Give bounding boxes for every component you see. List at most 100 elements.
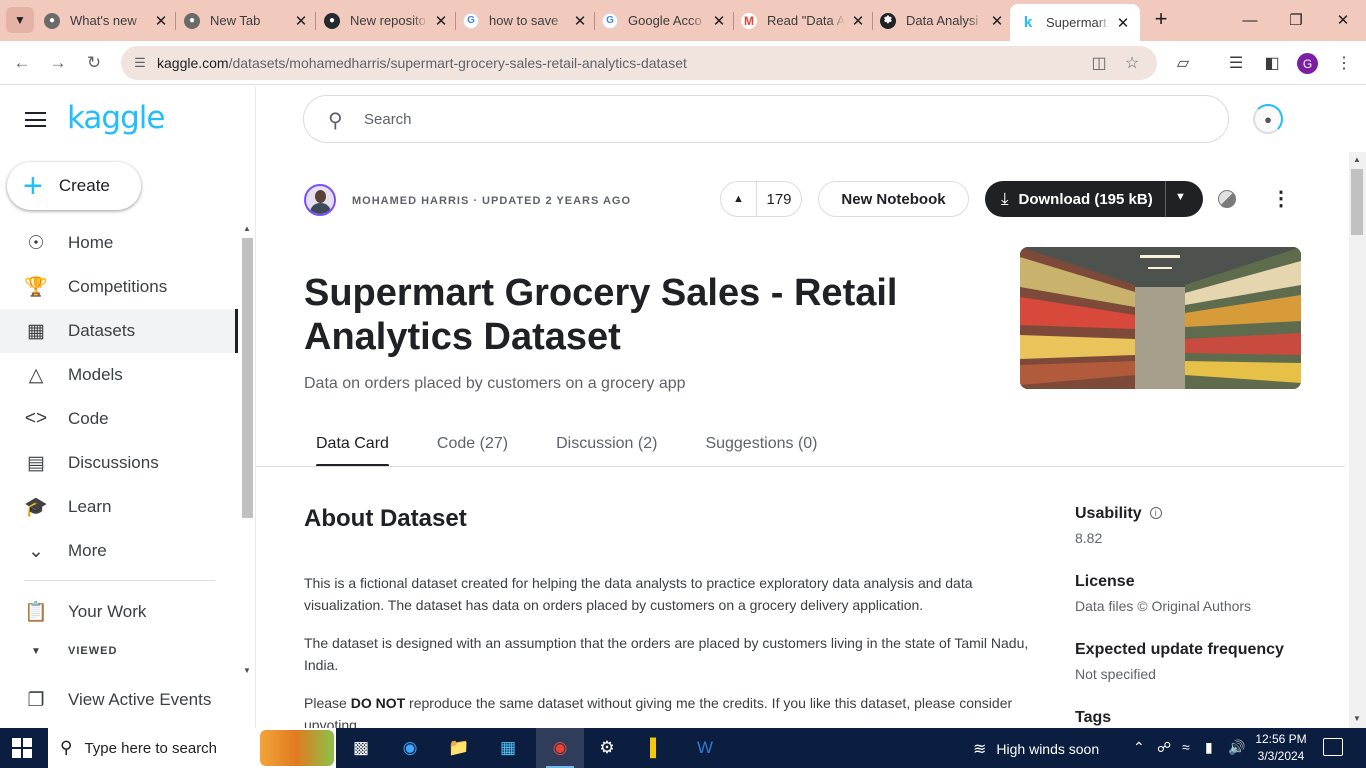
close-tab-icon[interactable]: ✕: [432, 12, 450, 30]
word-icon[interactable]: W: [691, 734, 719, 762]
power-bi-icon[interactable]: ▌: [642, 734, 670, 762]
viewed-label: VIEWED: [68, 645, 118, 657]
upvote-arrow-icon[interactable]: ▲: [721, 182, 757, 216]
table-icon: ▦: [27, 320, 45, 342]
scroll-up-icon[interactable]: ▲: [1353, 155, 1361, 164]
tab-search-chevron-icon[interactable]: ▼: [6, 7, 34, 33]
dataset-page: ⚲ Search ● MOHAMED HARRIS · UPDATED 2 YE…: [257, 86, 1366, 728]
sidebar-divider: [24, 580, 215, 581]
new-tab-button[interactable]: +: [1150, 8, 1172, 31]
extensions-icon[interactable]: ▱: [1172, 52, 1194, 74]
sidebar-item-competitions[interactable]: 🏆 Competitions: [0, 265, 238, 309]
edge-icon[interactable]: ◉: [396, 734, 424, 762]
sidebar-item-code[interactable]: <> Code: [0, 397, 238, 441]
close-tab-icon[interactable]: ✕: [571, 12, 589, 30]
close-tab-icon[interactable]: ✕: [988, 12, 1006, 30]
site-info-icon[interactable]: ☰: [131, 54, 149, 72]
new-notebook-button[interactable]: New Notebook: [818, 181, 969, 217]
clipboard-icon: 📋: [24, 602, 48, 623]
network-off-icon[interactable]: ☍: [1157, 739, 1171, 756]
profile-avatar[interactable]: G: [1297, 53, 1318, 74]
info-icon[interactable]: i: [1149, 507, 1162, 519]
download-dropdown-icon[interactable]: ▼: [1175, 191, 1186, 203]
browser-tab[interactable]: ✽ Data Analysi ✕: [880, 6, 1006, 35]
tray-chevron-icon[interactable]: ⌃: [1133, 739, 1145, 756]
kaggle-sidebar: kaggle + Create ☉ Home 🏆 Competitions ▦ …: [0, 86, 256, 728]
battery-icon[interactable]: ▮: [1205, 739, 1213, 756]
close-window-icon[interactable]: ✕: [1320, 6, 1366, 34]
browser-tab[interactable]: M Read "Data A ✕: [741, 6, 867, 35]
notification-icon[interactable]: [1323, 738, 1343, 756]
user-avatar[interactable]: ●: [1253, 104, 1283, 134]
browser-tab[interactable]: ● New Tab ✕: [184, 6, 310, 35]
search-input[interactable]: ⚲ Search: [303, 95, 1229, 143]
taskbar-clock[interactable]: 12:56 PM 3/3/2024: [1254, 731, 1308, 765]
weather-widget[interactable]: ≋ High winds soon: [973, 739, 1099, 759]
hamburger-menu-icon[interactable]: [25, 112, 46, 127]
wifi-icon[interactable]: ≈: [1182, 739, 1190, 755]
task-view-icon[interactable]: ▩: [347, 734, 375, 762]
scroll-up-icon[interactable]: ▲: [243, 224, 251, 233]
viewed-section-toggle[interactable]: ▼ VIEWED: [24, 645, 117, 657]
browser-toolbar: ← → ↻ ☰ kaggle.com/datasets/mohamedharri…: [0, 41, 1366, 85]
close-tab-icon[interactable]: ✕: [292, 12, 310, 30]
sidebar-item-your-work[interactable]: 📋 Your Work: [0, 590, 238, 634]
settings-icon[interactable]: ⚙: [593, 734, 621, 762]
file-explorer-icon[interactable]: 📁: [445, 734, 473, 762]
theme-toggle-icon[interactable]: [1218, 190, 1236, 208]
bookmark-star-icon[interactable]: ☆: [1122, 54, 1142, 72]
media-control-icon[interactable]: ☰: [1225, 52, 1247, 74]
sidebar-item-learn[interactable]: 🎓 Learn: [0, 485, 238, 529]
browser-tab[interactable]: G how to save ✕: [463, 6, 589, 35]
page-scrollbar-thumb[interactable]: [1351, 169, 1363, 235]
more-options-icon[interactable]: ⋮: [1271, 188, 1291, 210]
author-meta[interactable]: MOHAMED HARRIS · UPDATED 2 YEARS AGO: [352, 195, 631, 207]
create-button[interactable]: + Create: [7, 162, 141, 210]
close-tab-icon[interactable]: ✕: [1114, 14, 1132, 32]
side-panel-icon[interactable]: ◧: [1261, 52, 1283, 74]
windows-start-icon[interactable]: [12, 738, 32, 758]
install-app-icon[interactable]: ◫: [1089, 54, 1109, 72]
tab-data-card[interactable]: Data Card: [304, 433, 401, 467]
page-scrollbar[interactable]: ▲ ▼: [1349, 152, 1366, 728]
close-tab-icon[interactable]: ✕: [152, 12, 170, 30]
github-icon: ●: [324, 12, 340, 29]
kaggle-logo[interactable]: kaggle: [67, 100, 165, 136]
download-button[interactable]: ⤓ Download (195 kB) ▼: [985, 181, 1203, 217]
scroll-down-icon[interactable]: ▼: [243, 666, 251, 675]
sidebar-scrollbar[interactable]: ▲ ▼: [240, 224, 255, 676]
author-avatar[interactable]: [304, 184, 336, 216]
store-icon[interactable]: ▦: [494, 734, 522, 762]
restore-icon[interactable]: ❐: [1273, 6, 1319, 34]
tab-suggestions[interactable]: Suggestions (0): [693, 433, 829, 467]
sidebar-item-models[interactable]: △ Models: [0, 353, 238, 397]
browser-tab[interactable]: ● New reposito ✕: [324, 6, 450, 35]
search-highlight-image[interactable]: [260, 730, 334, 766]
sidebar-item-discussions[interactable]: ▤ Discussions: [0, 441, 238, 485]
browser-tab[interactable]: G Google Acco ✕: [602, 6, 728, 35]
close-tab-icon[interactable]: ✕: [710, 12, 728, 30]
upvote-button[interactable]: ▲ 179: [720, 181, 802, 217]
browser-tab[interactable]: ● What's new ✕: [44, 6, 170, 35]
reload-icon[interactable]: ↻: [81, 50, 107, 76]
volume-icon[interactable]: 🔊: [1228, 739, 1245, 756]
sidebar-item-more[interactable]: ⌄ More: [0, 529, 238, 573]
browser-menu-icon[interactable]: ⋮: [1333, 52, 1355, 74]
chrome-icon[interactable]: ◉: [546, 734, 574, 762]
close-tab-icon[interactable]: ✕: [849, 12, 867, 30]
scroll-down-icon[interactable]: ▼: [1353, 714, 1361, 723]
tags-label: Tags: [1075, 709, 1112, 726]
tab-code[interactable]: Code (27): [425, 433, 520, 467]
minimize-icon[interactable]: —: [1227, 6, 1273, 34]
sidebar-item-label: Your Work: [68, 602, 147, 621]
back-icon[interactable]: ←: [9, 50, 35, 76]
sidebar-item-home[interactable]: ☉ Home: [0, 221, 238, 265]
forward-icon[interactable]: →: [45, 50, 71, 76]
sidebar-item-datasets[interactable]: ▦ Datasets: [0, 309, 238, 353]
browser-tab-active[interactable]: k Supermart G ✕: [1010, 4, 1140, 41]
tab-discussion[interactable]: Discussion (2): [544, 433, 669, 467]
sidebar-scrollbar-thumb[interactable]: [242, 238, 253, 518]
address-bar[interactable]: ☰ kaggle.com/datasets/mohamedharris/supe…: [121, 46, 1157, 80]
dataset-cover-image: [1020, 247, 1301, 389]
sidebar-item-view-active-events[interactable]: ❐ View Active Events: [0, 678, 238, 722]
